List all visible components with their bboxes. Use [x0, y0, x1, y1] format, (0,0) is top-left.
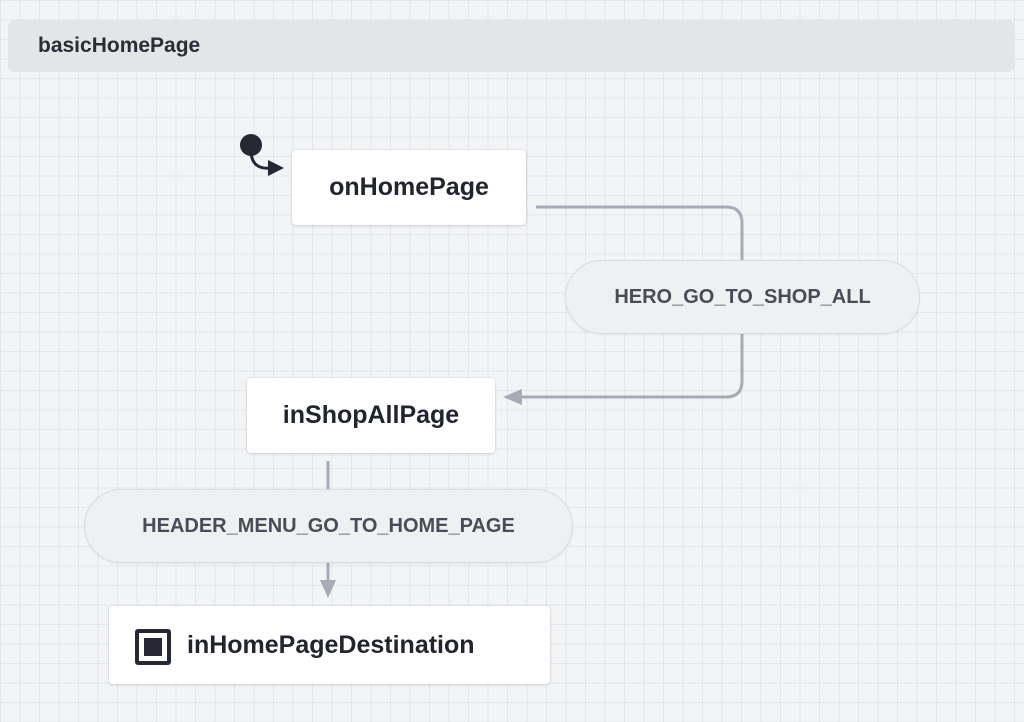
- event-header-menu-go-to-home-page[interactable]: HEADER_MENU_GO_TO_HOME_PAGE: [84, 489, 573, 563]
- event-label: HEADER_MENU_GO_TO_HOME_PAGE: [142, 514, 515, 537]
- initial-arrowhead: [268, 160, 284, 176]
- edge-hero-to-shop-all-upper: [536, 205, 744, 262]
- state-label: inHomePageDestination: [187, 630, 475, 659]
- edge-hero-to-shop-all-lower: [520, 333, 744, 399]
- state-in-home-page-destination[interactable]: inHomePageDestination: [109, 606, 550, 684]
- state-label: onHomePage: [329, 173, 489, 201]
- initial-state-marker: [240, 134, 284, 176]
- final-state-icon-fill: [144, 638, 162, 656]
- event-hero-go-to-shop-all[interactable]: HERO_GO_TO_SHOP_ALL: [565, 260, 920, 334]
- final-state-icon: [135, 629, 171, 665]
- event-label: HERO_GO_TO_SHOP_ALL: [614, 285, 871, 308]
- state-label: inShopAllPage: [282, 401, 460, 429]
- edge-header-menu-arrowhead: [320, 580, 336, 598]
- edge-hero-arrowhead: [503, 389, 522, 405]
- state-in-shop-all-page[interactable]: inShopAllPage: [247, 378, 495, 453]
- state-on-home-page[interactable]: onHomePage: [292, 150, 526, 225]
